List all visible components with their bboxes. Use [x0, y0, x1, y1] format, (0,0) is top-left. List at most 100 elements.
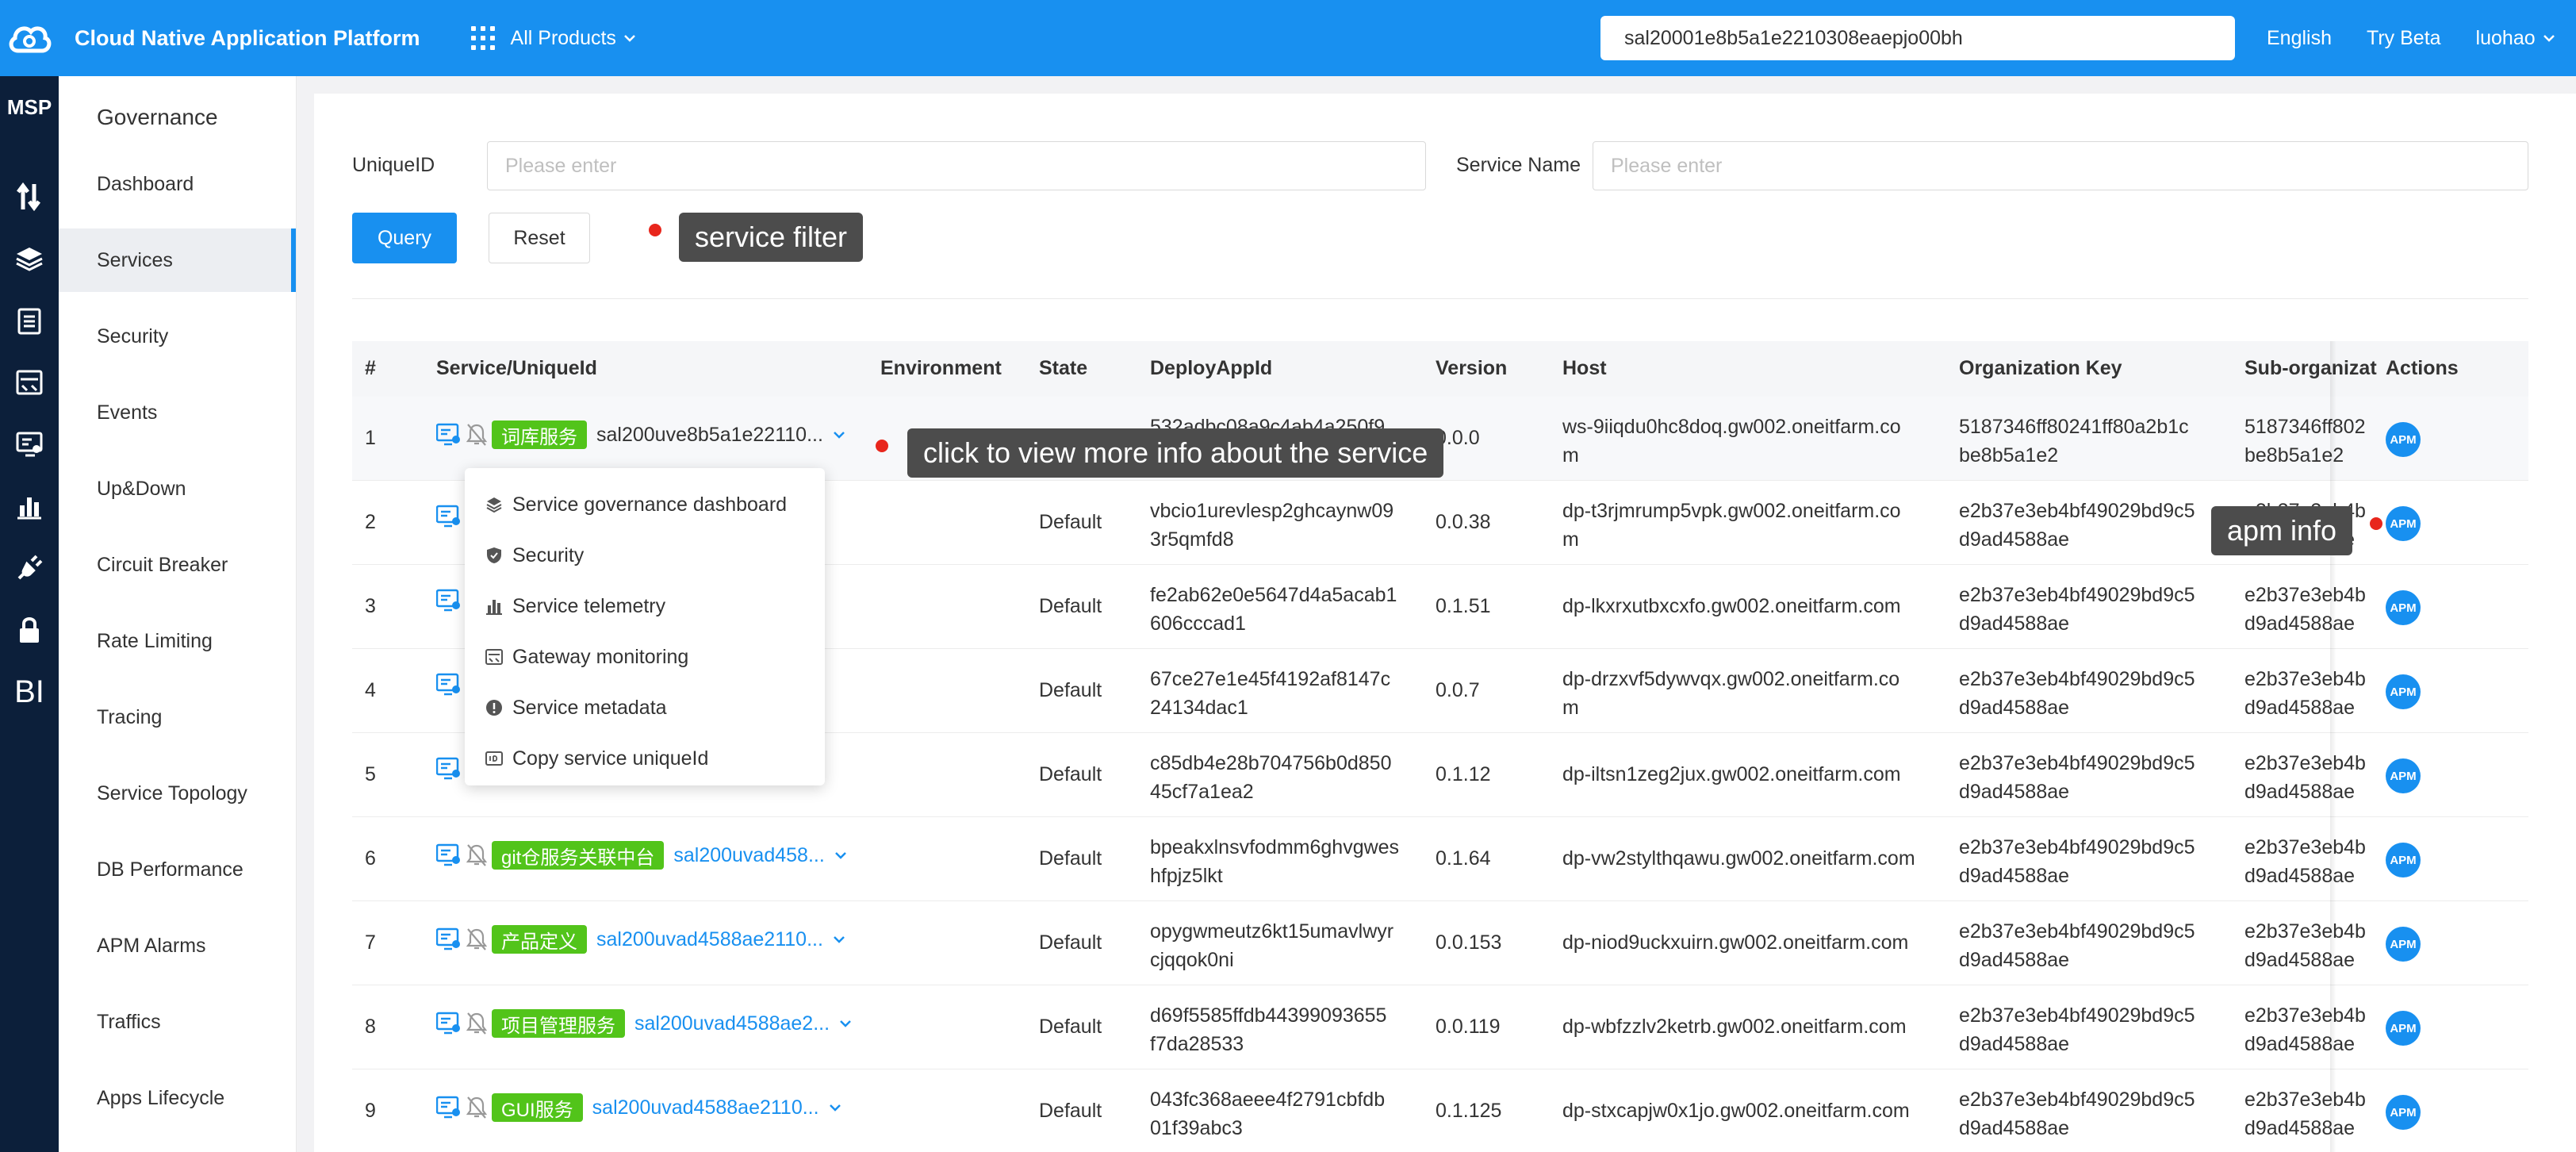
service-monitor-icon[interactable]: [436, 1096, 462, 1119]
deploy-app-id-cell: 67ce27e1e45f4192af8147c 24134dac1: [1150, 665, 1390, 722]
service-monitor-icon[interactable]: [436, 757, 462, 781]
notification-off-icon[interactable]: [466, 1012, 487, 1035]
user-menu[interactable]: luohao: [2476, 27, 2555, 50]
sidebar-item-security[interactable]: Security: [59, 305, 296, 368]
sidebar-item-tracing[interactable]: Tracing: [59, 685, 296, 749]
dropdown-item-gateway-monitoring[interactable]: Gateway monitoring: [465, 632, 825, 682]
service-cell: 项目管理服务 sal200uvad4588ae2...: [436, 1009, 852, 1038]
sidebar-item-up-down[interactable]: Up&Down: [59, 457, 296, 520]
sidebar-item-apps-lifecycle[interactable]: Apps Lifecycle: [59, 1066, 296, 1130]
apps-grid-icon[interactable]: [470, 26, 495, 50]
sidebar-item-dashboard[interactable]: Dashboard: [59, 152, 296, 216]
notification-off-icon[interactable]: [466, 423, 487, 447]
row-index: 8: [365, 1016, 376, 1038]
service-uniqueid-link[interactable]: sal200uve8b5a1e22110...: [596, 424, 823, 447]
deploy-line-1: opygwmeutz6kt15umavlwyr: [1150, 920, 1394, 943]
query-button[interactable]: Query: [352, 213, 457, 263]
apm-button[interactable]: APM: [2386, 506, 2421, 541]
service-monitor-icon[interactable]: [436, 589, 462, 612]
sub-org-cell: e2b37e3eb4b d9ad4588ae: [2244, 749, 2371, 806]
service-monitor-icon[interactable]: [436, 505, 462, 528]
gateway-icon[interactable]: [0, 351, 59, 413]
sub-line-1: 5187346ff802: [2244, 416, 2366, 438]
sub-line-2: d9ad4588ae: [2244, 781, 2356, 803]
sidebar-item-services[interactable]: Services: [59, 228, 296, 292]
host-cell: dp-vw2stylthqawu.gw002.oneitfarm.com: [1562, 847, 1915, 870]
service-uniqueid-link[interactable]: sal200uvad4588ae2...: [634, 1012, 830, 1035]
apm-button[interactable]: APM: [2386, 590, 2421, 625]
sub-org-cell: e2b37e3eb4b d9ad4588ae: [2244, 917, 2371, 974]
org-line-1: 5187346ff80241ff80a2b1c: [1959, 416, 2189, 438]
service-filter-tooltip: service filter: [679, 213, 864, 262]
service-monitor-icon[interactable]: [436, 423, 462, 447]
chevron-down-icon[interactable]: [833, 430, 845, 440]
chevron-down-icon[interactable]: [839, 1019, 852, 1028]
apm-button[interactable]: APM: [2386, 927, 2421, 962]
sidebar-item-traffics[interactable]: Traffics: [59, 990, 296, 1054]
apm-button[interactable]: APM: [2386, 674, 2421, 709]
language-switch[interactable]: English: [2267, 27, 2332, 50]
uniqueid-input[interactable]: Please enter: [487, 141, 1426, 190]
notification-off-icon[interactable]: [466, 843, 487, 867]
apm-info-tooltip: apm info: [2211, 506, 2353, 555]
sidebar-item-events[interactable]: Events: [59, 381, 296, 444]
cloud-logo-icon[interactable]: [0, 0, 59, 76]
row-index: 1: [365, 427, 376, 449]
bi-icon[interactable]: BI: [0, 661, 59, 723]
apm-button[interactable]: APM: [2386, 1095, 2421, 1130]
layers-icon[interactable]: [0, 228, 59, 290]
msp-label[interactable]: MSP: [0, 95, 59, 120]
service-uniqueid-link[interactable]: sal200uvad4588ae2110...: [596, 928, 823, 951]
reset-button[interactable]: Reset: [489, 213, 590, 263]
notification-off-icon[interactable]: [466, 927, 487, 951]
arrows-icon[interactable]: [0, 166, 59, 228]
shield-icon: [487, 547, 501, 563]
monitor-icon[interactable]: [0, 413, 59, 475]
row-index: 4: [365, 679, 376, 701]
chevron-down-icon[interactable]: [829, 1103, 841, 1112]
table-row[interactable]: 9 GUI服务 sal200uvad4588ae2110... Default …: [352, 1069, 2528, 1152]
governance-sidebar: Governance Dashboard Services Security E…: [59, 76, 297, 1152]
chevron-down-icon[interactable]: [834, 851, 847, 860]
bar-chart-icon[interactable]: [0, 475, 59, 537]
sidebar-item-rate-limiting[interactable]: Rate Limiting: [59, 609, 296, 673]
host-line-1: dp-iltsn1zeg2jux.gw002.oneitfarm.com: [1562, 763, 1901, 785]
service-uniqueid-link[interactable]: sal200uvad458...: [673, 844, 824, 867]
service-monitor-icon[interactable]: [436, 673, 462, 697]
sidebar-item-db-performance[interactable]: DB Performance: [59, 838, 296, 901]
dropdown-item-copy-uniqueid[interactable]: Copy service uniqueId: [465, 733, 825, 784]
lock-icon[interactable]: [0, 599, 59, 661]
sidebar-item-service-topology[interactable]: Service Topology: [59, 762, 296, 825]
dropdown-item-governance-dashboard[interactable]: Service governance dashboard: [465, 479, 825, 530]
service-monitor-icon[interactable]: [436, 843, 462, 867]
service-uniqueid-link[interactable]: sal200uvad4588ae2110...: [592, 1096, 819, 1119]
table-row[interactable]: 7 产品定义 sal200uvad4588ae2110... Default o…: [352, 901, 2528, 985]
service-monitor-icon[interactable]: [436, 927, 462, 951]
plug-icon[interactable]: [0, 537, 59, 599]
service-monitor-icon[interactable]: [436, 1012, 462, 1035]
table-row[interactable]: 6 git仓服务关联中台 sal200uvad458... Default bp…: [352, 817, 2528, 901]
global-search-input[interactable]: sal20001e8b5a1e2210308eaepjo00bh: [1600, 16, 2235, 60]
sidebar-item-circuit-breaker[interactable]: Circuit Breaker: [59, 533, 296, 597]
host-cell: dp-lkxrxutbxcxfo.gw002.oneitfarm.com: [1562, 595, 1901, 618]
apm-button[interactable]: APM: [2386, 1011, 2421, 1046]
dropdown-item-security[interactable]: Security: [465, 530, 825, 581]
apm-button[interactable]: APM: [2386, 843, 2421, 877]
sub-line-1: e2b37e3eb4b: [2244, 836, 2366, 858]
apm-button[interactable]: APM: [2386, 758, 2421, 793]
app-title[interactable]: Cloud Native Application Platform: [75, 26, 420, 51]
chevron-down-icon[interactable]: [833, 935, 845, 944]
table-row[interactable]: 8 项目管理服务 sal200uvad4588ae2... Default d6…: [352, 985, 2528, 1069]
dropdown-item-service-telemetry[interactable]: Service telemetry: [465, 581, 825, 632]
apm-button[interactable]: APM: [2386, 422, 2421, 457]
service-name-input[interactable]: Please enter: [1593, 141, 2528, 190]
service-filter-dot: [649, 224, 661, 236]
deploy-line-2: 3r5qmfd8: [1150, 528, 1234, 551]
all-products-menu[interactable]: All Products: [511, 27, 635, 50]
clipboard-icon[interactable]: [0, 290, 59, 351]
try-beta-link[interactable]: Try Beta: [2367, 27, 2441, 50]
deploy-line-1: fe2ab62e0e5647d4a5acab1: [1150, 584, 1397, 606]
sidebar-item-apm-alarms[interactable]: APM Alarms: [59, 914, 296, 977]
notification-off-icon[interactable]: [466, 1096, 487, 1119]
dropdown-item-service-metadata[interactable]: Service metadata: [465, 682, 825, 733]
